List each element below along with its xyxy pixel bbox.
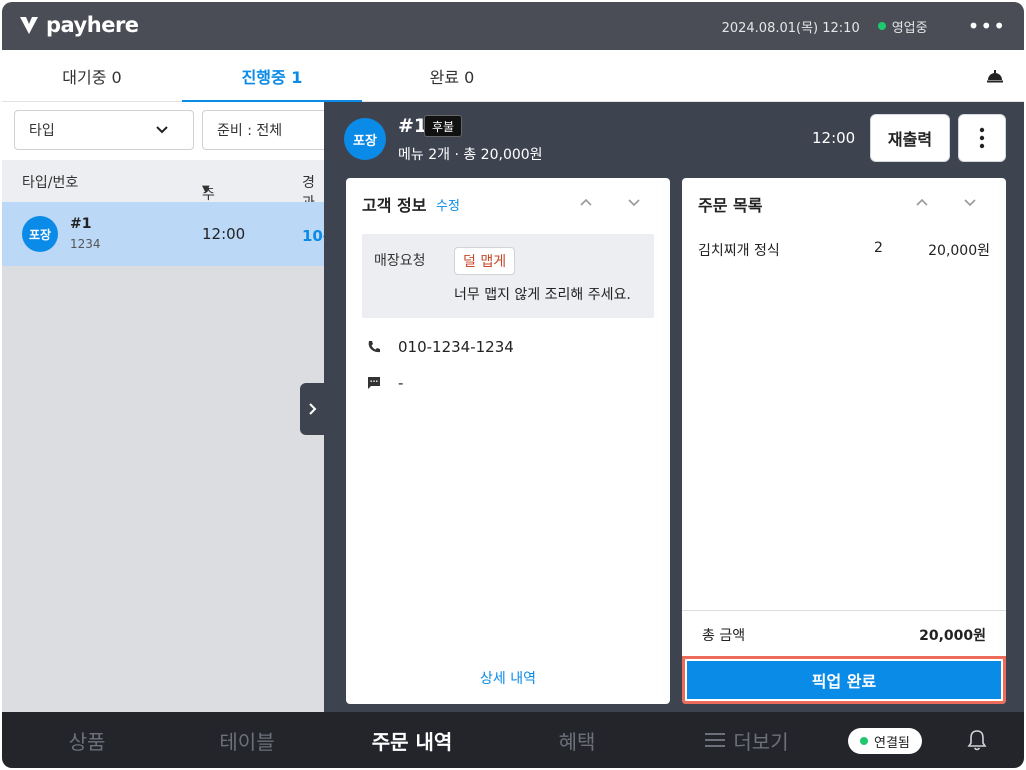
status-dot-icon (877, 22, 886, 30)
business-status: 영업중 (877, 17, 928, 36)
nav-products[interactable]: 상품 (22, 712, 152, 768)
phone-row: 010-1234-1234 (366, 338, 514, 356)
panel-toggle-handle[interactable] (300, 383, 326, 435)
phone-icon (368, 341, 380, 353)
brand-logo: payhere (18, 13, 139, 37)
total-amount-bar: 총 금액 20,000원 (682, 610, 1006, 656)
row-order-sub: 1234 (70, 237, 101, 251)
type-filter-label: 타입 (29, 123, 55, 139)
tab-waiting[interactable]: 대기중 0 (2, 50, 182, 102)
total-amount-label: 총 금액 (702, 628, 746, 644)
chevron-up-icon[interactable] (578, 194, 594, 210)
message-icon (368, 377, 380, 389)
current-datetime: 2024.08.01(목) 12:10 (721, 20, 860, 36)
customer-message: - (398, 374, 404, 392)
store-request-label: 매장요청 (374, 253, 426, 269)
reprint-button[interactable]: 재출력 (870, 114, 950, 162)
chevron-down-icon[interactable] (962, 194, 978, 210)
filter-bar: 타입 준비 : 전체 (2, 102, 324, 160)
customer-info-card: 고객 정보 수정 매장요청 덜 맵게 너무 맵지 않게 조리해 주세요. 010… (346, 178, 670, 704)
detail-takeout-badge: 포장 (344, 118, 386, 160)
takeout-badge: 포장 (22, 216, 58, 252)
row-order-time: 12:00 (202, 225, 246, 243)
business-status-label: 영업중 (891, 20, 928, 36)
top-bar: payhere 2024.08.01(목) 12:10 영업중 ••• (2, 2, 1024, 50)
connection-status-badge: 연결됨 (848, 728, 922, 754)
tab-completed[interactable]: 완료 0 (362, 50, 542, 102)
top-right-info: 2024.08.01(목) 12:10 영업중 ••• (722, 2, 1006, 50)
hamburger-menu-icon (705, 733, 726, 747)
header-type-number: 타입/번호 (22, 175, 79, 191)
order-card-title: 주문 목록 (698, 196, 763, 215)
order-item-price: 20,000원 (928, 243, 990, 259)
payhere-logo-icon (20, 17, 38, 34)
notification-bell-icon[interactable] (966, 728, 988, 752)
row-order-number: #1 (70, 216, 92, 232)
order-item-qty: 2 (874, 240, 883, 256)
nav-benefits[interactable]: 혜택 (512, 712, 642, 768)
prep-filter-select[interactable]: 준비 : 전체 (202, 110, 324, 150)
sort-down-icon: ▼ (202, 184, 210, 195)
order-item-name: 김치찌개 정식 (698, 243, 780, 259)
nav-more-label: 더보기 (733, 729, 789, 754)
order-summary: 메뉴 2개 · 총 20,000원 (398, 147, 543, 163)
edit-customer-link[interactable]: 수정 (436, 195, 460, 214)
service-bell-icon[interactable] (986, 66, 1004, 84)
nav-order-history[interactable]: 주문 내역 (342, 712, 482, 768)
detail-order-time: 12:00 (812, 129, 856, 147)
nav-tables[interactable]: 테이블 (182, 712, 312, 768)
chevron-up-icon[interactable] (914, 194, 930, 210)
detail-menu-button[interactable] (958, 114, 1006, 162)
kebab-menu-icon (979, 127, 985, 149)
order-list-row[interactable]: 포장 #1 1234 12:00 10분 (2, 202, 337, 266)
order-status-tabs: 대기중 0 진행중 1 완료 0 (2, 50, 1024, 103)
pickup-highlight: 픽업 완료 (682, 656, 1006, 704)
connection-dot-icon (860, 737, 868, 745)
order-list-pane: 타입 준비 : 전체 타입/번호 주문 ▼ 경과 포장 #1 1234 12:0… (2, 102, 337, 712)
order-detail-header: 포장 #1 후불 메뉴 2개 · 총 20,000원 12:00 재출력 (324, 102, 1024, 176)
customer-card-title: 고객 정보 (362, 196, 427, 215)
store-request-box: 매장요청 덜 맵게 너무 맵지 않게 조리해 주세요. (362, 234, 654, 318)
brand-name: payhere (46, 13, 139, 37)
order-detail-pane: 포장 #1 후불 메뉴 2개 · 총 20,000원 12:00 재출력 고객 … (324, 102, 1024, 712)
more-options-icon[interactable]: ••• (968, 16, 1006, 36)
payment-type-badge: 후불 (424, 115, 463, 137)
bottom-navigation: 상품 테이블 주문 내역 혜택 더보기 연결됨 (2, 712, 1024, 768)
detail-history-link[interactable]: 상세 내역 (346, 668, 670, 688)
prep-filter-label: 준비 : 전체 (217, 123, 283, 139)
detail-order-number: #1 (398, 115, 428, 137)
app-frame: payhere 2024.08.01(목) 12:10 영업중 ••• 대기중 … (2, 2, 1024, 768)
chevron-down-icon[interactable] (626, 194, 642, 210)
pickup-complete-button[interactable]: 픽업 완료 (687, 661, 1001, 699)
order-list-header: 타입/번호 주문 ▼ 경과 (2, 160, 324, 223)
connection-status-label: 연결됨 (874, 735, 910, 751)
nav-more[interactable]: 더보기 (682, 712, 812, 768)
chevron-down-icon (156, 126, 168, 134)
tab-in-progress[interactable]: 진행중 1 (182, 50, 362, 103)
request-text: 너무 맵지 않게 조리해 주세요. (454, 287, 631, 303)
message-row: - (366, 374, 403, 392)
type-filter-select[interactable]: 타입 (14, 110, 194, 150)
request-chip: 덜 맵게 (454, 247, 516, 275)
order-items-card: 주문 목록 김치찌개 정식 2 20,000원 총 금액 20,000원 픽업 … (682, 178, 1006, 704)
phone-number: 010-1234-1234 (398, 338, 514, 356)
total-amount-value: 20,000원 (919, 628, 986, 644)
chevron-right-icon (309, 403, 317, 415)
